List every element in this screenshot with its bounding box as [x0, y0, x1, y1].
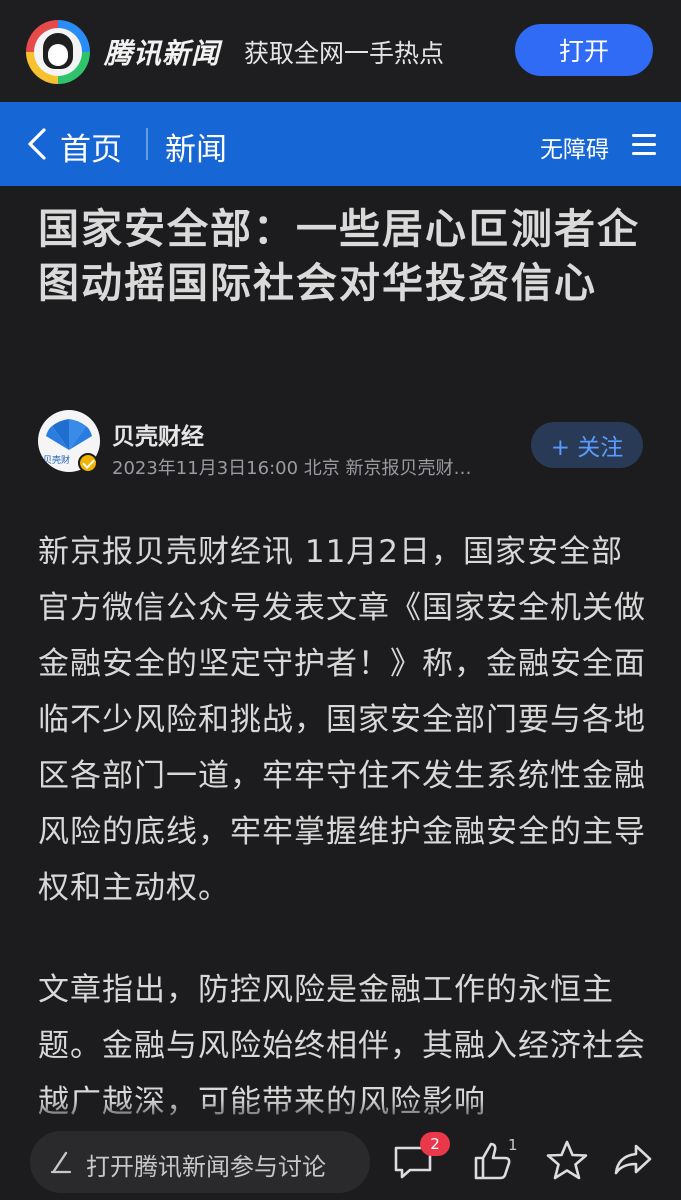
menu-icon[interactable]: [632, 134, 656, 156]
bottom-action-bar: 打开腾讯新闻参与讨论 2 1: [0, 1124, 681, 1200]
comment-input[interactable]: 打开腾讯新闻参与讨论: [30, 1131, 370, 1193]
comment-count-badge: 2: [420, 1132, 450, 1156]
article-paragraph: 新京报贝壳财经讯 11月2日，国家安全部官方微信公众号发表文章《国家安全机关做金…: [38, 534, 646, 906]
article-title: 国家安全部：一些居心叵测者企图动摇国际社会对华投资信心: [38, 205, 640, 307]
author-name[interactable]: 贝壳财经: [112, 417, 204, 451]
verified-icon: [78, 453, 98, 473]
app-download-banner: 腾讯新闻 获取全网一手热点 打开: [0, 0, 681, 102]
app-slogan: 获取全网一手热点: [244, 39, 445, 68]
like-count: 1: [508, 1136, 518, 1154]
author-row: 贝壳财 贝壳财经 2023年11月3日16:00 北京 新京报贝壳财… + 关注: [0, 405, 681, 485]
avatar-text: 贝壳财: [43, 454, 70, 466]
open-app-button[interactable]: 打开: [515, 24, 653, 76]
nav-bar: 首页 新闻 无障碍: [0, 102, 681, 186]
back-icon[interactable]: [24, 126, 52, 162]
star-icon[interactable]: [542, 1136, 592, 1186]
share-icon[interactable]: [608, 1136, 658, 1186]
nav-home-link[interactable]: 首页: [60, 124, 122, 169]
accessibility-link[interactable]: 无障碍: [540, 130, 609, 164]
app-name: 腾讯新闻: [104, 37, 221, 70]
nav-divider: [146, 128, 148, 160]
follow-button[interactable]: + 关注: [531, 422, 643, 468]
publish-meta: 2023年11月3日16:00 北京 新京报贝壳财…: [112, 458, 472, 479]
tencent-news-logo: [26, 20, 90, 84]
nav-section-news[interactable]: 新闻: [165, 124, 227, 169]
comment-placeholder: 打开腾讯新闻参与讨论: [86, 1153, 326, 1181]
pen-icon: [50, 1151, 72, 1174]
